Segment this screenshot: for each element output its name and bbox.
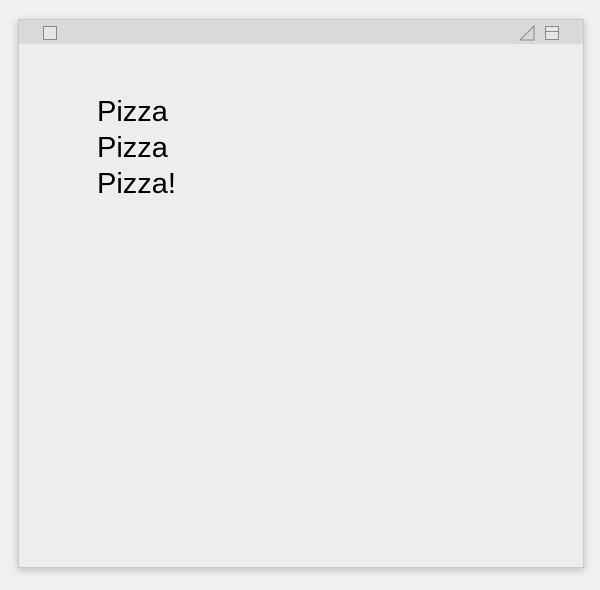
resize-corner-icon <box>518 24 535 41</box>
sticky-note-window: Pizza Pizza Pizza! <box>18 19 584 568</box>
note-line: Pizza <box>97 96 168 128</box>
note-text-area[interactable]: Pizza Pizza Pizza! <box>97 94 176 202</box>
note-line: Pizza <box>97 132 168 164</box>
collapse-button[interactable] <box>545 26 559 40</box>
resize-button[interactable] <box>518 24 535 41</box>
note-line: Pizza! <box>97 168 176 200</box>
close-button[interactable] <box>43 26 57 40</box>
title-bar[interactable] <box>19 20 583 44</box>
